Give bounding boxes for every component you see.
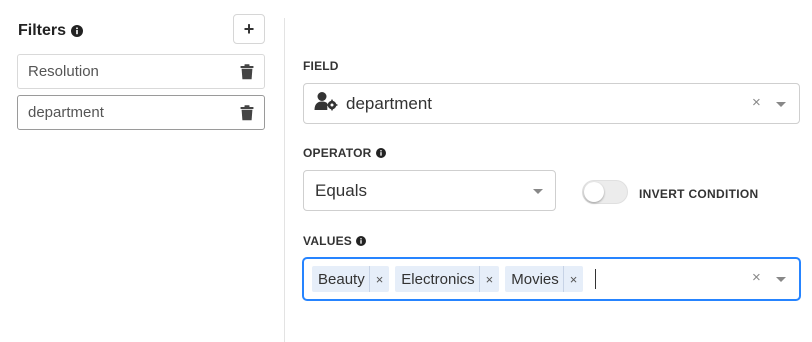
invert-condition-label: INVERT CONDITION (639, 187, 759, 201)
values-label-text: VALUES (303, 234, 352, 248)
operator-select[interactable]: Equals (303, 170, 556, 211)
filters-panel: Filters + Resolution department (0, 0, 285, 342)
values-label: VALUES (303, 234, 366, 248)
filter-item-department[interactable]: department (17, 95, 265, 130)
chip-label: Movies (511, 270, 559, 288)
clear-icon[interactable]: × (752, 94, 761, 111)
field-label: FIELD (303, 59, 339, 73)
operator-label: OPERATOR (303, 146, 386, 160)
operator-value: Equals (315, 180, 367, 200)
trash-icon[interactable] (240, 63, 254, 80)
remove-chip-icon[interactable]: × (368, 266, 390, 292)
chip-label: Electronics (401, 270, 475, 288)
value-chip: Beauty × (312, 266, 390, 292)
values-multiselect[interactable]: Beauty × Electronics × Movies × × (303, 258, 800, 300)
field-value: department (346, 93, 432, 113)
text-cursor[interactable] (595, 269, 597, 289)
trash-icon[interactable] (240, 104, 254, 121)
chevron-down-icon[interactable] (776, 277, 786, 282)
value-chip: Movies × (505, 266, 584, 292)
remove-chip-icon[interactable]: × (478, 266, 500, 292)
user-gear-icon (314, 91, 338, 116)
chevron-down-icon[interactable] (533, 189, 543, 194)
field-select[interactable]: department × (303, 83, 800, 124)
info-icon[interactable] (71, 25, 84, 37)
filters-title: Filters (18, 22, 67, 39)
panel-divider (284, 18, 285, 342)
filter-item-resolution[interactable]: Resolution (17, 54, 265, 89)
chip-label: Beauty (318, 270, 365, 288)
operator-label-text: OPERATOR (303, 146, 372, 160)
remove-chip-icon[interactable]: × (562, 266, 584, 292)
info-icon[interactable] (355, 236, 366, 246)
plus-icon: + (243, 18, 255, 39)
chevron-down-icon[interactable] (776, 102, 786, 107)
info-icon[interactable] (375, 148, 386, 158)
filter-item-label: department (28, 104, 104, 121)
invert-condition-toggle[interactable] (582, 180, 628, 204)
value-chip: Electronics × (395, 266, 500, 292)
filters-heading: Filters (18, 22, 84, 40)
toggle-knob (584, 182, 604, 202)
filter-item-label: Resolution (28, 63, 99, 80)
clear-icon[interactable]: × (752, 269, 761, 286)
add-filter-button[interactable]: + (233, 14, 265, 44)
